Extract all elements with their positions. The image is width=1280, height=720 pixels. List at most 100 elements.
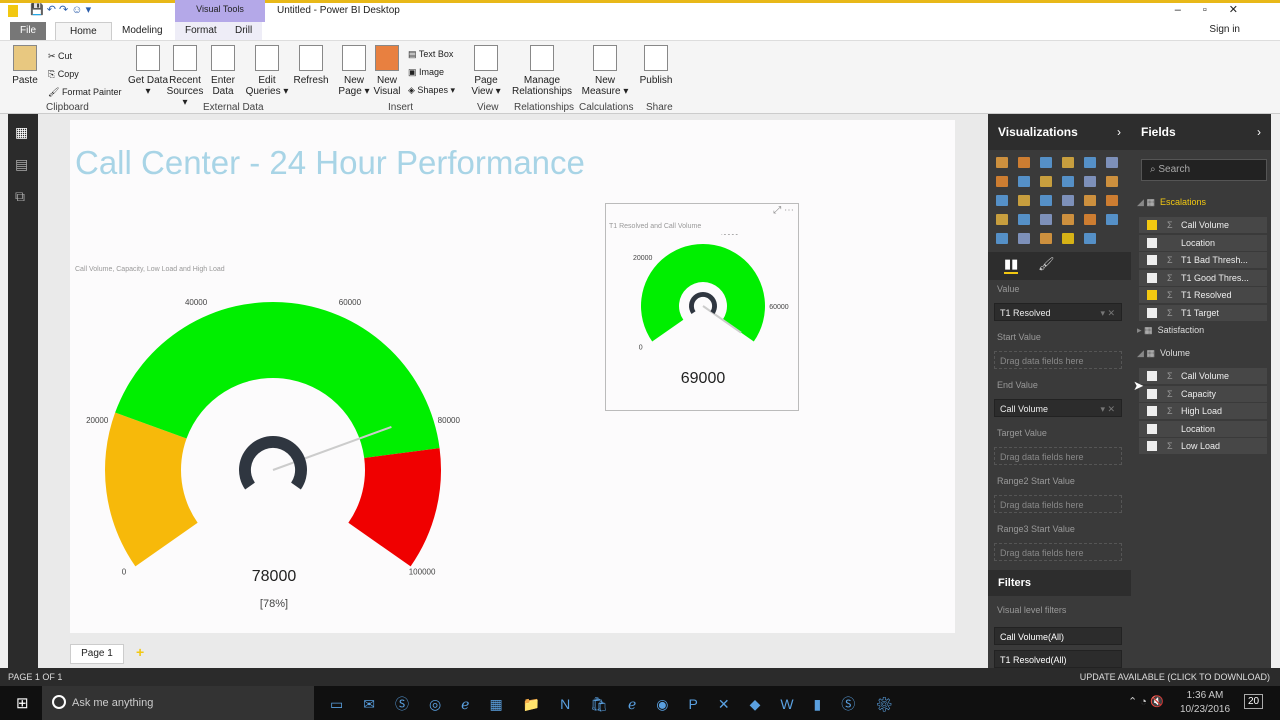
field-item[interactable]: Location (1139, 234, 1267, 251)
tab-modeling[interactable]: Modeling (112, 22, 173, 40)
visual-type-icon[interactable] (1018, 214, 1030, 225)
visual-type-icon[interactable] (1040, 176, 1052, 187)
field-item[interactable]: Σ T1 Good Thres... (1139, 269, 1267, 286)
visual-type-icon[interactable] (996, 233, 1008, 244)
field-well[interactable]: Drag data fields here (994, 543, 1122, 561)
field-item[interactable]: Σ Call Volume (1139, 368, 1267, 384)
field-checkbox[interactable] (1147, 290, 1157, 300)
publish-button[interactable]: Publish (634, 45, 678, 86)
collapse-chevron-icon[interactable]: › (1117, 114, 1121, 150)
field-checkbox[interactable] (1147, 441, 1157, 451)
field-item[interactable]: Σ Capacity (1139, 385, 1267, 402)
visual-type-icon[interactable] (1106, 214, 1118, 225)
pinned-apps[interactable]: ▭✉Ⓢ◎ℯ▦📁N🛍ℯ◉P✕◆W▮Ⓢ⚙ (330, 694, 913, 714)
filter-call-volume[interactable]: Call Volume(All) (994, 627, 1122, 645)
window-controls[interactable]: –▫✕ (1175, 3, 1260, 16)
visual-type-icon[interactable] (1084, 233, 1096, 244)
field-checkbox[interactable] (1147, 272, 1157, 283)
notifications-badge[interactable]: 20 (1244, 694, 1264, 709)
report-page[interactable]: Call Center - 24 Hour Performance Call V… (70, 120, 955, 633)
tab-file[interactable]: File (10, 22, 47, 40)
cut-button[interactable]: ✂ Cut (48, 47, 121, 65)
new-measure-button[interactable]: New Measure ▾ (580, 45, 630, 97)
visual-type-icon[interactable] (1018, 195, 1030, 206)
field-item[interactable]: Σ T1 Resolved (1139, 287, 1267, 303)
copy-button[interactable]: ⎘ Copy (48, 65, 121, 83)
format-paintbrush-icon[interactable]: 🖌 (1038, 256, 1055, 272)
fields-tab-icon[interactable]: ▮▮ (1004, 256, 1019, 274)
new-visual-button[interactable]: New Visual (365, 45, 409, 97)
remove-field-icon[interactable]: ▾ ✕ (1100, 304, 1115, 322)
field-item[interactable]: Location (1139, 420, 1267, 437)
visual-type-icon[interactable] (1040, 195, 1052, 206)
edit-queries-button[interactable]: Edit Queries ▾ (245, 45, 289, 97)
field-item[interactable]: Σ Low Load (1139, 438, 1267, 454)
field-checkbox[interactable] (1147, 307, 1157, 318)
tab-format[interactable]: Format (175, 22, 227, 40)
remove-field-icon[interactable]: ▾ ✕ (1100, 400, 1115, 418)
quick-access-toolbar[interactable]: 💾 ↶ ↷ ☺ ▾ (30, 3, 91, 16)
visual-type-icon[interactable] (1062, 176, 1074, 187)
filter-t1-resolved[interactable]: T1 Resolved(All) (994, 650, 1122, 668)
more-options-icon[interactable]: ⤢ ⋯ (773, 205, 794, 216)
page-tab-1[interactable]: Page 1 (70, 644, 124, 664)
field-checkbox[interactable] (1147, 220, 1157, 230)
field-item[interactable]: Σ Call Volume (1139, 217, 1267, 233)
report-view-icon[interactable]: ▦ (15, 124, 28, 141)
small-gauge-visual[interactable]: T1 Resolved and Call Volume ⤢ ⋯ 0 20000 40… (605, 203, 799, 411)
field-well[interactable]: Drag data fields here (994, 351, 1122, 369)
visual-type-icon[interactable] (1062, 157, 1074, 168)
visual-type-icon[interactable] (1106, 195, 1118, 206)
fields-search-input[interactable]: ⌕ Search (1141, 159, 1267, 181)
visual-type-icon[interactable] (1018, 157, 1030, 168)
page-view-button[interactable]: Page View ▾ (464, 45, 508, 97)
field-item[interactable]: Σ T1 Target (1139, 304, 1267, 321)
tray-icons[interactable]: ⌃ ◔ 🔇 (1128, 695, 1164, 708)
data-view-icon[interactable]: ▤ (15, 156, 28, 173)
enter-data-button[interactable]: Enter Data (201, 45, 245, 97)
visual-type-icon[interactable] (996, 176, 1008, 187)
field-table[interactable]: ◢ ▦ Escalations (1137, 197, 1206, 208)
field-checkbox[interactable] (1147, 388, 1157, 399)
field-checkbox[interactable] (1147, 423, 1157, 434)
visual-type-icon[interactable] (1084, 157, 1096, 168)
text-box-button[interactable]: ▤ Text Box (408, 45, 455, 63)
sign-in-link[interactable]: Sign in (1209, 24, 1240, 35)
relationships-view-icon[interactable]: ⧉ (15, 188, 25, 205)
visual-type-icon[interactable] (1040, 157, 1052, 168)
visual-type-icon[interactable] (996, 214, 1008, 225)
field-checkbox[interactable] (1147, 255, 1157, 265)
field-well[interactable]: Call Volume ▾ ✕ (994, 399, 1122, 417)
tab-drill[interactable]: Drill (225, 22, 263, 40)
visual-type-icon[interactable] (1018, 233, 1030, 244)
visual-type-icon[interactable] (996, 157, 1008, 168)
format-painter-button[interactable]: 🖌 Format Painter (48, 83, 121, 101)
visual-type-icon[interactable] (1062, 195, 1074, 206)
update-available-link[interactable]: UPDATE AVAILABLE (CLICK TO DOWNLOAD) (1080, 668, 1270, 686)
visual-type-icon[interactable] (1018, 176, 1030, 187)
cortana-search-box[interactable]: Ask me anything (42, 686, 314, 720)
visual-type-icon[interactable] (996, 195, 1008, 206)
visual-type-icon[interactable] (1084, 214, 1096, 225)
field-table[interactable]: ◢ ▦ Volume (1137, 348, 1190, 359)
field-well[interactable]: Drag data fields here (994, 447, 1122, 465)
field-well[interactable]: T1 Resolved ▾ ✕ (994, 303, 1122, 321)
clock[interactable]: 1:36 AM 10/23/2016 (1180, 689, 1230, 717)
field-item[interactable]: Σ High Load (1139, 403, 1267, 419)
field-checkbox[interactable] (1147, 406, 1157, 416)
tab-home[interactable]: Home (55, 22, 112, 40)
visual-type-icon[interactable] (1062, 214, 1074, 225)
add-page-button[interactable]: + (136, 644, 144, 660)
visual-type-icon[interactable] (1084, 176, 1096, 187)
windows-start-icon[interactable]: ⊞ (16, 694, 29, 712)
visual-type-icon[interactable] (1040, 233, 1052, 244)
field-item[interactable]: Σ T1 Bad Thresh... (1139, 252, 1267, 268)
refresh-button[interactable]: Refresh (289, 45, 333, 86)
paste-button[interactable]: Paste (4, 45, 46, 86)
visual-type-icon[interactable] (1106, 176, 1118, 187)
shapes-button[interactable]: ◈ Shapes ▾ (408, 81, 455, 99)
image-button[interactable]: ▣ Image (408, 63, 455, 81)
visual-type-icon[interactable] (1084, 195, 1096, 206)
field-checkbox[interactable] (1147, 237, 1157, 248)
manage-relationships-button[interactable]: Manage Relationships (512, 45, 572, 97)
